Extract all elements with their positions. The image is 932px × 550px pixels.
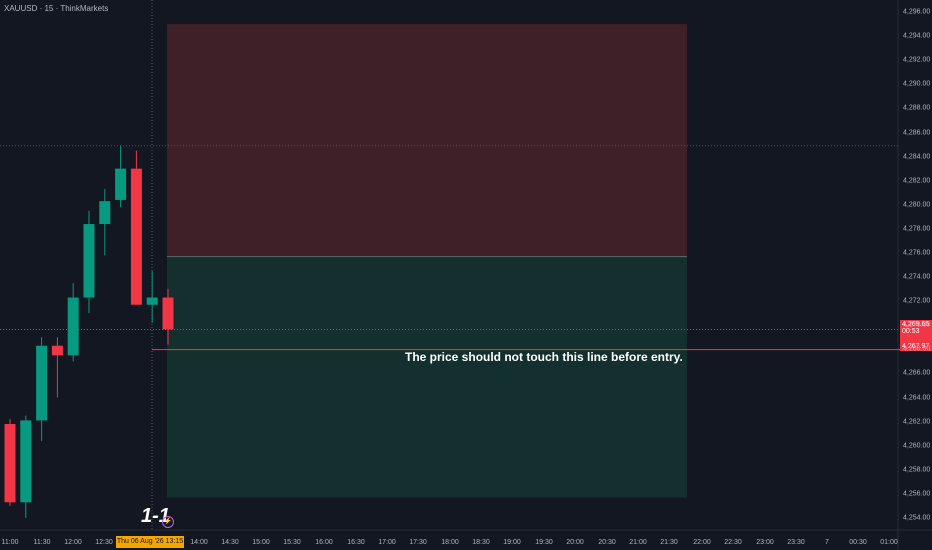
- time-tick-label: 18:30: [472, 539, 490, 546]
- candle-body-1: [20, 420, 32, 503]
- time-tick-label: 19:30: [535, 539, 553, 546]
- price-tick-label: 4,296.00: [903, 8, 931, 16]
- price-chart[interactable]: [0, 0, 932, 550]
- time-tick-label: 19:00: [503, 539, 521, 546]
- time-tick-label: 16:00: [315, 539, 333, 546]
- countdown-value: 00:53: [902, 328, 920, 335]
- candle-body-3: [51, 345, 63, 356]
- candle-body-7: [115, 168, 127, 200]
- candle-body-10: [162, 297, 174, 330]
- price-tick-label: 4,264.00: [903, 394, 931, 401]
- time-tick-label: 00:30: [849, 539, 867, 546]
- price-tick-label: 4,284.00: [903, 153, 931, 161]
- time-tick-label: 14:00: [190, 539, 208, 546]
- time-tick-label: 23:00: [756, 539, 774, 546]
- take-profit-zone: [167, 256, 687, 498]
- symbol-title[interactable]: XAUUSD · 15 · ThinkMarkets: [4, 4, 108, 13]
- price-tick-label: 4,266.00: [903, 369, 931, 377]
- time-tick-label: 21:00: [629, 539, 647, 546]
- price-tick-label: 4,290.00: [903, 80, 931, 88]
- time-tick-label: 20:00: [566, 539, 584, 546]
- price-tick-label: 4,256.00: [903, 490, 931, 498]
- stop-loss-zone: [167, 24, 687, 257]
- candle-body-4: [67, 297, 79, 356]
- time-tick-label: 12:00: [64, 539, 82, 546]
- price-tick-label: 4,260.00: [903, 442, 931, 450]
- time-tick-label: 17:00: [378, 539, 396, 546]
- candle-body-9: [146, 297, 158, 305]
- time-tick-label: 7: [825, 539, 829, 546]
- time-tick-label: 17:30: [409, 539, 427, 546]
- time-tick-label: 16:30: [347, 539, 365, 546]
- time-tick-label: 15:30: [283, 539, 301, 546]
- candle-body-0: [4, 424, 16, 503]
- time-tick-label: 14:30: [221, 539, 239, 546]
- time-tick-label: 11:30: [33, 539, 51, 546]
- price-tick-label: 4,268.00: [903, 345, 931, 353]
- time-tick-label: 12:30: [95, 539, 113, 546]
- crosshair-date-tag: Thu 06 Aug '26 13:15: [116, 536, 184, 548]
- lightning-icon[interactable]: ⚡: [162, 516, 174, 528]
- time-tick-label: 11:00: [1, 539, 19, 546]
- price-tick-label: 4,282.00: [903, 177, 931, 185]
- price-tick-label: 4,276.00: [903, 249, 931, 257]
- price-tick-label: 4,270.00: [903, 321, 931, 329]
- time-tick-label: 18:00: [441, 539, 459, 546]
- time-tick-label: 23:30: [787, 539, 805, 546]
- price-tick-label: 4,278.00: [903, 225, 931, 233]
- time-tick-label: 21:30: [660, 539, 678, 546]
- price-tick-label: 4,288.00: [903, 104, 931, 112]
- candle-body-5: [83, 224, 95, 298]
- price-tick-label: 4,272.00: [903, 297, 931, 305]
- price-tick-label: 4,258.00: [903, 466, 931, 474]
- time-tick-label: 20:30: [598, 539, 616, 546]
- time-tick-label: 22:30: [724, 539, 742, 546]
- price-tick-label: 4,286.00: [903, 129, 931, 136]
- time-tick-label: 01:00: [880, 539, 898, 546]
- candle-body-8: [130, 168, 142, 305]
- chart-note: The price should not touch this line bef…: [405, 350, 683, 364]
- candle-body-2: [36, 345, 48, 421]
- time-tick-label: 22:00: [693, 539, 711, 546]
- price-tick-label: 4,292.00: [903, 56, 931, 64]
- price-tick-label: 4,280.00: [903, 201, 931, 209]
- price-tick-label: 4,262.00: [903, 418, 931, 426]
- price-tick-label: 4,294.00: [903, 32, 931, 40]
- price-tick-label: 4,274.00: [903, 273, 931, 281]
- candle-body-6: [99, 201, 111, 225]
- time-tick-label: 15:00: [252, 539, 270, 546]
- price-tick-label: 4,254.00: [903, 514, 931, 522]
